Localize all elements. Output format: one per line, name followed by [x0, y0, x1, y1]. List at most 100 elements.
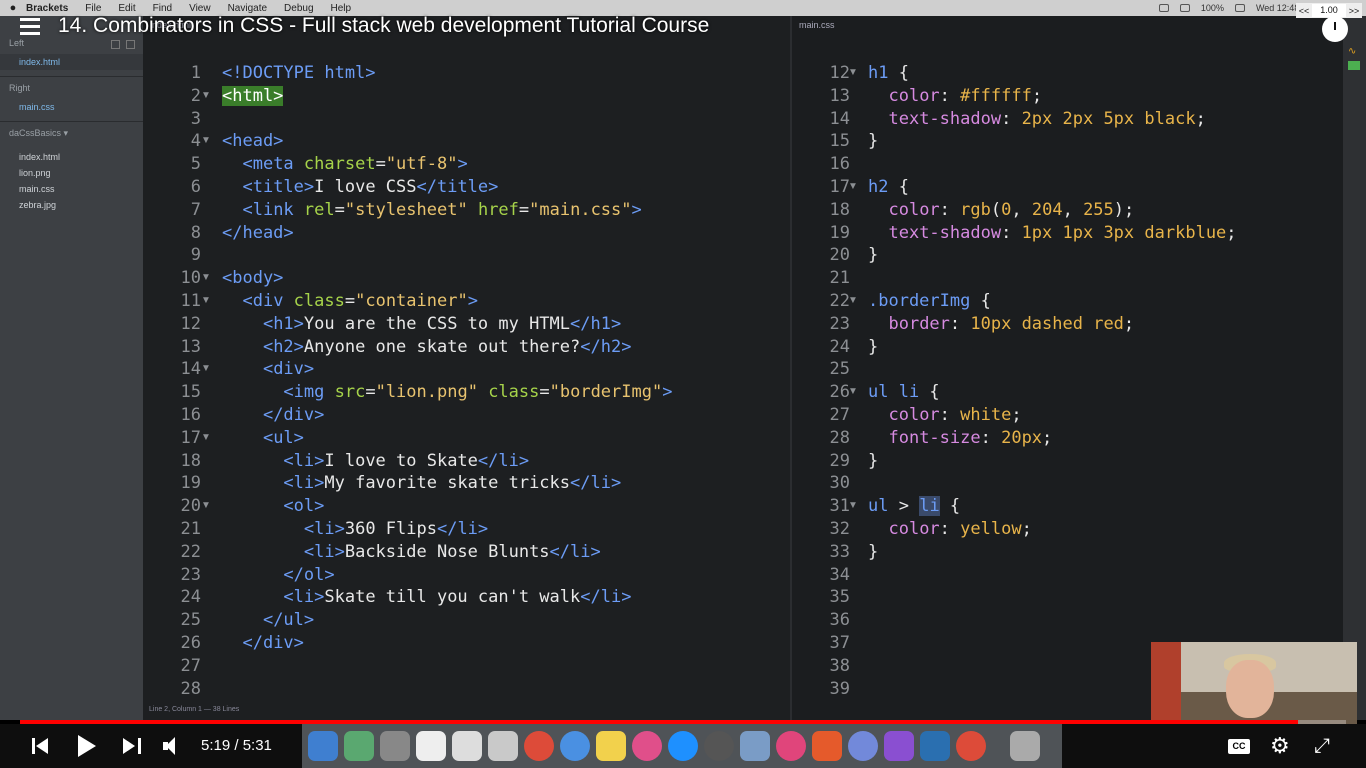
code-line[interactable]: <li>Backside Nose Blunts</li> [222, 541, 672, 564]
speed-up-button[interactable]: >> [1346, 6, 1362, 16]
exit-fullscreen-icon[interactable]: ⤢ [1314, 736, 1330, 756]
fold-toggle-icon[interactable]: ▼ [201, 500, 211, 511]
code-line[interactable]: color: rgb(0, 204, 255); [868, 199, 1237, 222]
code-line[interactable]: ul > li { [868, 495, 1237, 518]
volume-icon[interactable] [163, 737, 183, 755]
finder-icon[interactable] [308, 731, 338, 761]
code-line[interactable] [868, 267, 1237, 290]
code-line[interactable]: <body> [222, 267, 672, 290]
code-line[interactable]: color: white; [868, 404, 1237, 427]
trash-icon[interactable] [1010, 731, 1040, 761]
sidebar-collapse-icon[interactable] [126, 40, 135, 49]
code-line[interactable]: <link rel="stylesheet" href="main.css"> [222, 199, 672, 222]
code-line[interactable]: <ul> [222, 427, 672, 450]
code-line[interactable]: </div> [222, 632, 672, 655]
discord-icon[interactable] [848, 731, 878, 761]
project-file-zebra-jpg[interactable]: zebra.jpg [0, 197, 143, 213]
menu-edit[interactable]: Edit [118, 3, 135, 14]
menu-find[interactable]: Find [153, 3, 172, 14]
photo-booth-icon[interactable] [776, 731, 806, 761]
code-line[interactable]: } [868, 130, 1237, 153]
chrome-canary-icon[interactable] [956, 731, 986, 761]
messages-icon[interactable] [560, 731, 590, 761]
closed-captions-button[interactable]: CC [1228, 739, 1250, 754]
project-file-lion-png[interactable]: lion.png [0, 165, 143, 181]
code-line[interactable]: <li>My favorite skate tricks</li> [222, 472, 672, 495]
fold-toggle-icon[interactable]: ▼ [848, 500, 858, 511]
code-line[interactable] [222, 678, 672, 701]
preview-icon[interactable] [740, 731, 770, 761]
fold-toggle-icon[interactable]: ▼ [201, 272, 211, 283]
code-line[interactable]: <li>I love to Skate</li> [222, 450, 672, 473]
code-line[interactable]: .borderImg { [868, 290, 1237, 313]
code-line[interactable] [222, 244, 672, 267]
brackets-icon[interactable] [920, 731, 950, 761]
calendar-icon[interactable] [416, 731, 446, 761]
code-line[interactable]: <ol> [222, 495, 672, 518]
code-line[interactable]: h2 { [868, 176, 1237, 199]
code-line[interactable]: <h2>Anyone one skate out there?</h2> [222, 336, 672, 359]
code-line[interactable]: <div class="container"> [222, 290, 672, 313]
code-line[interactable]: text-shadow: 1px 1px 3px darkblue; [868, 222, 1236, 245]
code-line[interactable]: color: yellow; [868, 518, 1237, 541]
menu-file[interactable]: File [85, 3, 101, 14]
code-line[interactable]: h1 { [868, 62, 1237, 85]
playlist-menu-icon[interactable] [20, 18, 42, 38]
project-file-index-html[interactable]: index.html [0, 149, 143, 165]
code-line[interactable]: <title>I love CSS</title> [222, 176, 672, 199]
code-line[interactable]: } [868, 336, 1237, 359]
previous-video-icon[interactable] [32, 738, 50, 754]
menu-debug[interactable]: Debug [284, 3, 313, 14]
code-line[interactable] [868, 609, 1237, 632]
code-line[interactable]: </head> [222, 222, 672, 245]
code-line[interactable]: } [868, 541, 1237, 564]
code-line[interactable]: border: 10px dashed red; [868, 313, 1237, 336]
wifi-icon[interactable] [1158, 4, 1169, 12]
speed-down-button[interactable]: << [1296, 6, 1312, 16]
code-line[interactable]: <meta charset="utf-8"> [222, 153, 672, 176]
volume-status-icon[interactable] [1179, 4, 1190, 12]
menu-help[interactable]: Help [331, 3, 352, 14]
code-line[interactable]: <head> [222, 130, 672, 153]
code-line[interactable]: <div> [222, 358, 672, 381]
reminders-icon[interactable] [452, 731, 482, 761]
system-preferences-icon[interactable] [704, 731, 734, 761]
code-line[interactable]: <html> [222, 85, 672, 108]
app-store-icon[interactable] [668, 731, 698, 761]
code-line[interactable] [868, 472, 1237, 495]
play-icon[interactable] [78, 735, 98, 757]
code-line[interactable]: </div> [222, 404, 672, 427]
code-line[interactable] [222, 655, 672, 678]
code-line[interactable] [868, 564, 1237, 587]
code-line[interactable]: color: #ffffff; [868, 85, 1237, 108]
playback-speed-control[interactable]: << 1.00 >> [1296, 3, 1362, 18]
editor-pane-right[interactable]: main.css 12 13 14 15 16 17 18 19 20 21 22 23 24 25 26 2… [790, 16, 1343, 720]
apple-icon[interactable]: ● [0, 2, 26, 14]
fold-toggle-icon[interactable]: ▼ [201, 432, 211, 443]
app-grid-icon[interactable] [488, 731, 518, 761]
chrome-icon[interactable] [524, 731, 554, 761]
working-file-index-html[interactable]: index.html [0, 54, 143, 70]
code-line[interactable]: <h1>You are the CSS to my HTML</h1> [222, 313, 672, 336]
editor-pane-left[interactable]: index.html 1 2 3 4 5 6 7 8 9 10 11 12 13 14 15 16 17 18 19… [143, 16, 788, 720]
fold-toggle-icon[interactable]: ▼ [201, 295, 211, 306]
video-editor-icon[interactable] [884, 731, 914, 761]
code-line[interactable] [868, 358, 1237, 381]
code-line[interactable]: <!DOCTYPE html> [222, 62, 672, 85]
fold-toggle-icon[interactable]: ▼ [848, 295, 858, 306]
code-line[interactable]: <li>360 Flips</li> [222, 518, 672, 541]
code-line[interactable]: } [868, 450, 1237, 473]
notes-icon[interactable] [596, 731, 626, 761]
watch-later-clock-icon[interactable] [1322, 16, 1348, 42]
code-line[interactable] [222, 108, 672, 131]
launchpad-icon[interactable] [380, 731, 410, 761]
code-line[interactable]: ul li { [868, 381, 1237, 404]
fold-toggle-icon[interactable]: ▼ [201, 363, 211, 374]
working-file-main-css[interactable]: main.css [0, 99, 143, 115]
fold-toggle-icon[interactable]: ▼ [201, 135, 211, 146]
code-line[interactable] [868, 153, 1237, 176]
menu-brackets[interactable]: Brackets [26, 3, 68, 14]
next-video-icon[interactable] [123, 738, 141, 754]
fold-toggle-icon[interactable]: ▼ [201, 90, 211, 101]
menu-view[interactable]: View [189, 3, 211, 14]
